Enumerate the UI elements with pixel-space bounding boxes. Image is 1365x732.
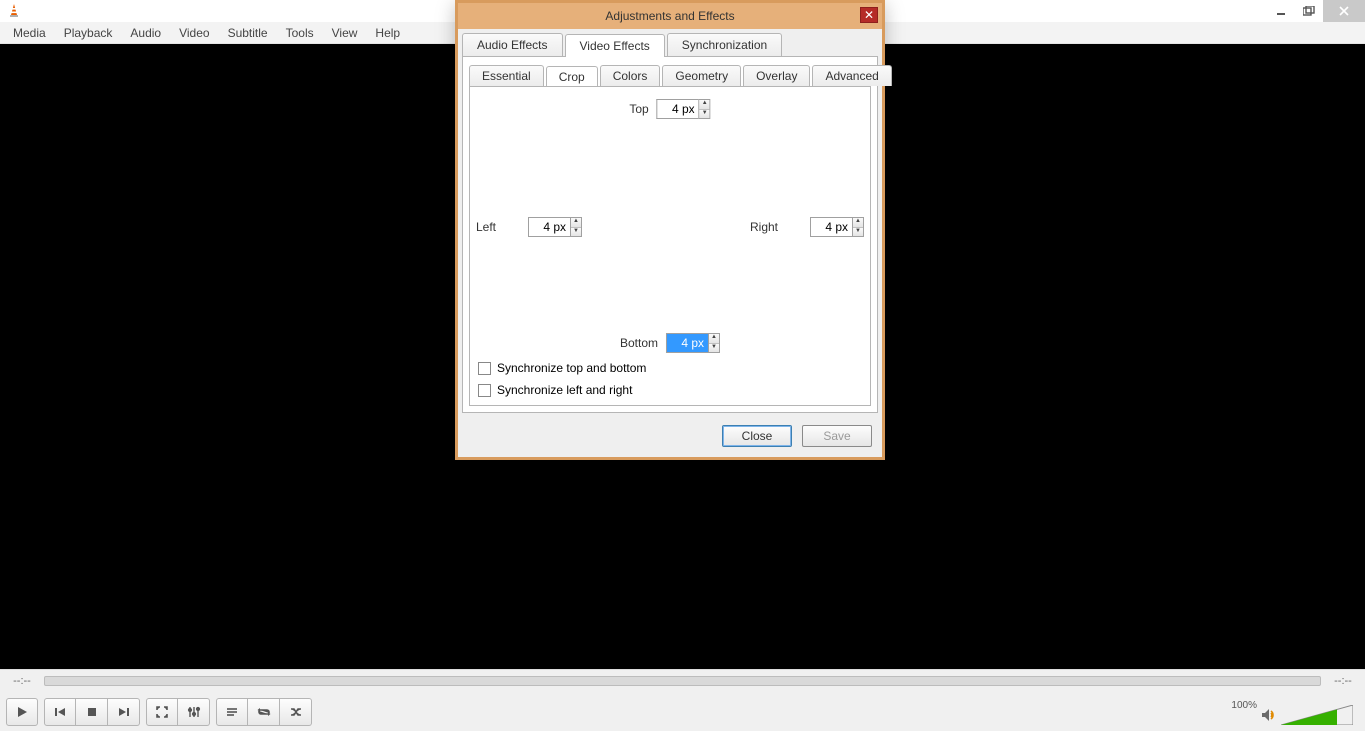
menu-media[interactable]: Media	[4, 26, 55, 40]
spin-up-icon[interactable]: ▲	[709, 334, 719, 344]
next-button[interactable]	[108, 698, 140, 726]
time-elapsed: --:--	[8, 675, 36, 687]
subtab-essential[interactable]: Essential	[469, 65, 544, 86]
fullscreen-button[interactable]	[146, 698, 178, 726]
extended-settings-button[interactable]	[178, 698, 210, 726]
crop-bottom-input[interactable]	[666, 333, 708, 353]
seek-slider[interactable]	[44, 676, 1321, 686]
shuffle-button[interactable]	[280, 698, 312, 726]
crop-left-input[interactable]	[528, 217, 570, 237]
dialog-footer: Close Save	[458, 417, 882, 457]
crop-bottom-label: Bottom	[620, 336, 658, 350]
subtab-overlay[interactable]: Overlay	[743, 65, 810, 86]
save-button[interactable]: Save	[802, 425, 872, 447]
subtab-colors[interactable]: Colors	[600, 65, 661, 86]
close-button[interactable]: Close	[722, 425, 792, 447]
previous-button[interactable]	[44, 698, 76, 726]
subtab-crop[interactable]: Crop	[546, 66, 598, 87]
crop-left-label: Left	[476, 220, 496, 234]
crop-left-spinbox[interactable]: ▲▼	[528, 217, 582, 237]
spin-up-icon[interactable]: ▲	[700, 100, 710, 110]
spin-down-icon[interactable]: ▼	[571, 228, 581, 237]
adjustments-effects-dialog: Adjustments and Effects ✕ Audio Effects …	[455, 0, 885, 460]
dialog-titlebar[interactable]: Adjustments and Effects ✕	[458, 3, 882, 29]
sync-left-right-checkbox[interactable]	[478, 384, 491, 397]
crop-right-spinbox[interactable]: ▲▼	[810, 217, 864, 237]
speaker-icon[interactable]	[1261, 707, 1277, 723]
volume-slider[interactable]	[1281, 705, 1353, 725]
video-effects-panel: Essential Crop Colors Geometry Overlay A…	[462, 56, 878, 413]
loop-button[interactable]	[248, 698, 280, 726]
spin-up-icon[interactable]: ▲	[571, 218, 581, 228]
controls-bar: --:-- --:-- 100%	[0, 669, 1365, 731]
menu-audio[interactable]: Audio	[121, 26, 170, 40]
spin-down-icon[interactable]: ▼	[853, 228, 863, 237]
crop-bottom-spinbox[interactable]: ▲▼	[666, 333, 720, 353]
sync-top-bottom-label: Synchronize top and bottom	[497, 361, 646, 375]
playlist-button[interactable]	[216, 698, 248, 726]
menu-view[interactable]: View	[323, 26, 367, 40]
video-effects-subtabs: Essential Crop Colors Geometry Overlay A…	[469, 63, 871, 86]
menu-tools[interactable]: Tools	[277, 26, 323, 40]
stop-button[interactable]	[76, 698, 108, 726]
vlc-logo-icon	[6, 3, 22, 19]
crop-right-label: Right	[750, 220, 778, 234]
menu-video[interactable]: Video	[170, 26, 218, 40]
tab-video-effects[interactable]: Video Effects	[565, 34, 665, 57]
spin-up-icon[interactable]: ▲	[853, 218, 863, 228]
dialog-title: Adjustments and Effects	[605, 9, 734, 23]
tab-synchronization[interactable]: Synchronization	[667, 33, 782, 56]
crop-top-input[interactable]	[657, 99, 699, 119]
spin-down-icon[interactable]: ▼	[709, 344, 719, 353]
spin-down-icon[interactable]: ▼	[700, 110, 710, 119]
close-window-button[interactable]	[1323, 0, 1365, 22]
time-total: --:--	[1329, 675, 1357, 687]
play-button[interactable]	[6, 698, 38, 726]
minimize-button[interactable]	[1267, 1, 1295, 21]
dialog-tabs: Audio Effects Video Effects Synchronizat…	[458, 29, 882, 56]
sync-left-right-label: Synchronize left and right	[497, 383, 632, 397]
menu-subtitle[interactable]: Subtitle	[219, 26, 277, 40]
crop-top-spinbox[interactable]: ▲▼	[657, 99, 711, 119]
subtab-geometry[interactable]: Geometry	[662, 65, 741, 86]
crop-top-label: Top	[629, 102, 648, 116]
tab-audio-effects[interactable]: Audio Effects	[462, 33, 563, 56]
subtab-advanced[interactable]: Advanced	[812, 65, 891, 86]
volume-label: 100%	[1231, 700, 1257, 711]
dialog-close-button[interactable]: ✕	[860, 7, 878, 23]
crop-right-input[interactable]	[810, 217, 852, 237]
sync-top-bottom-checkbox[interactable]	[478, 362, 491, 375]
menu-help[interactable]: Help	[366, 26, 409, 40]
menu-playback[interactable]: Playback	[55, 26, 122, 40]
maximize-button[interactable]	[1295, 1, 1323, 21]
crop-panel: Top ▲▼ Left ▲▼ Right ▲▼	[469, 86, 871, 406]
close-icon: ✕	[864, 8, 874, 22]
